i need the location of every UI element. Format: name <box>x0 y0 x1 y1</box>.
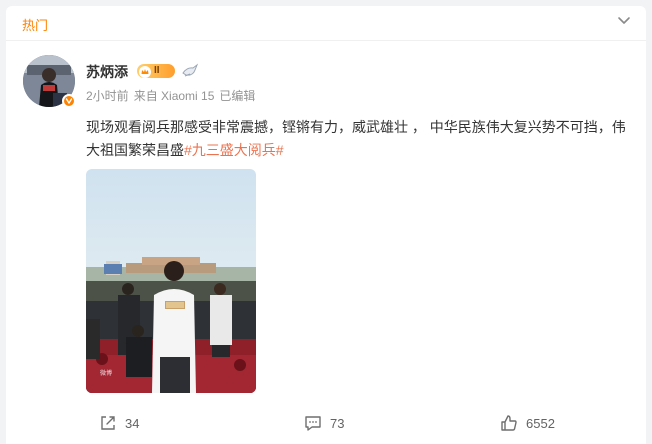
author-name[interactable]: 苏炳添 <box>86 62 128 82</box>
chevron-down-icon[interactable] <box>616 14 632 28</box>
post-source: 来自 Xiaomi 15 <box>133 89 215 103</box>
image-watermark: 微博 <box>100 369 112 377</box>
post-time[interactable]: 2小时前 <box>86 89 129 103</box>
card-header: 热门 <box>6 6 646 41</box>
edited-label: 已编辑 <box>219 89 256 103</box>
repost-icon <box>101 416 115 430</box>
action-bar: 34 73 6552 <box>6 408 646 438</box>
post-text: 现场观看阅兵那感受非常震撼，铿锵有力，威武雄壮 ， 中华民族伟大复兴势不可挡，伟… <box>86 116 634 162</box>
comment-icon <box>305 416 321 431</box>
repost-button[interactable]: 34 <box>99 412 139 434</box>
topic-link[interactable]: #九三盛大阅兵# <box>184 142 284 158</box>
comment-button[interactable]: 73 <box>304 412 344 434</box>
like-button[interactable]: 6552 <box>500 412 555 434</box>
repost-count: 34 <box>125 415 140 431</box>
post-image[interactable]: 微博 <box>86 169 256 393</box>
verified-badge-icon <box>62 94 76 108</box>
vip-crown-icon <box>139 65 151 78</box>
vip-level: II <box>154 65 160 76</box>
bird-badge-icon[interactable] <box>181 63 199 79</box>
comment-count: 73 <box>330 415 345 431</box>
vip-badge[interactable]: II <box>137 64 175 78</box>
section-label: 热门 <box>22 18 49 33</box>
weibo-post-card: 热门 苏炳添 II 2小时前 来自 Xiaomi 15 已编辑 现场观看阅兵那感… <box>6 6 646 444</box>
like-icon <box>501 415 517 431</box>
post-meta: 2小时前 来自 Xiaomi 15 已编辑 <box>86 87 260 104</box>
like-count: 6552 <box>526 415 555 431</box>
post-body: 现场观看阅兵那感受非常震撼，铿锵有力，威武雄壮 ， 中华民族伟大复兴势不可挡，伟… <box>86 119 626 158</box>
